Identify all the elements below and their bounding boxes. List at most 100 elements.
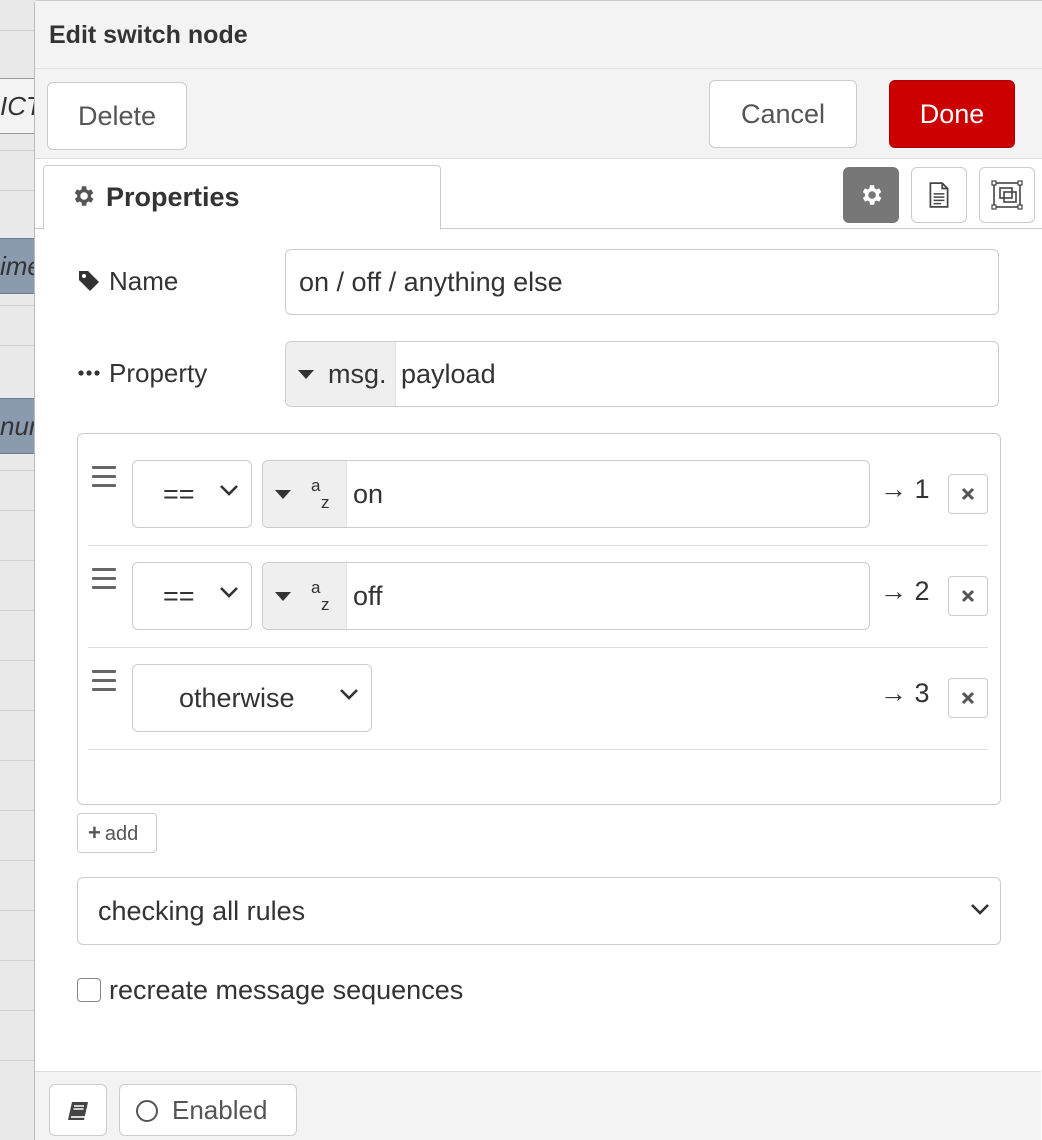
checking-mode-select[interactable]: checking all rules	[77, 877, 1001, 945]
grid-line	[0, 1060, 36, 1061]
gear-icon	[862, 185, 882, 205]
tab-properties-label: Properties	[106, 182, 240, 212]
name-label-row: Name	[77, 266, 178, 297]
property-label: Property	[109, 358, 208, 388]
gear-icon	[74, 186, 94, 206]
grid-line	[0, 305, 36, 306]
grid-line	[0, 470, 36, 471]
chevron-down-icon	[220, 587, 238, 598]
rule-value-input[interactable]: az on	[262, 460, 870, 528]
tab-bar: Properties	[35, 159, 1042, 230]
rule-row: == az off → 2	[88, 546, 988, 648]
add-rule-button[interactable]: + add	[77, 813, 157, 853]
tab-description[interactable]	[911, 167, 967, 223]
name-input[interactable]: on / off / anything else	[285, 249, 999, 315]
background-node[interactable]: ICT	[0, 78, 36, 134]
property-type-selector[interactable]: msg.	[286, 342, 396, 406]
add-rule-label: add	[104, 823, 139, 845]
operator-select[interactable]: ==	[132, 562, 252, 630]
close-icon	[961, 487, 975, 501]
property-value[interactable]: payload	[401, 342, 496, 406]
cancel-button[interactable]: Cancel	[709, 80, 857, 148]
svg-text:z: z	[321, 493, 330, 511]
remove-rule-button[interactable]	[948, 678, 988, 718]
background-node[interactable]: ime	[0, 238, 36, 294]
caret-down-icon	[275, 592, 291, 601]
plus-icon: +	[88, 820, 101, 845]
drag-handle-icon[interactable]	[92, 568, 116, 592]
rules-list: == az on → 1 == a z off → 2 otherwise → …	[77, 433, 1001, 805]
operator-select[interactable]: otherwise	[132, 664, 372, 732]
circle-icon	[136, 1100, 158, 1122]
grid-line	[0, 910, 36, 911]
tag-icon	[79, 271, 99, 291]
grid-line	[0, 510, 36, 511]
output-port-label: → 2	[880, 576, 930, 606]
grid-line	[0, 30, 36, 31]
value-type-selector[interactable]: az	[263, 461, 347, 527]
enabled-label: Enabled	[172, 1095, 268, 1125]
property-prefix: msg.	[328, 359, 387, 389]
name-label: Name	[109, 266, 179, 296]
rule-row: == az on → 1	[88, 444, 988, 546]
drag-handle-icon[interactable]	[92, 670, 116, 694]
svg-text:z: z	[321, 595, 330, 613]
tab-settings[interactable]	[843, 167, 899, 223]
workspace-canvas: ICT ime nur	[0, 0, 36, 1140]
grid-line	[0, 150, 36, 151]
caret-down-icon	[298, 370, 314, 379]
operator-select[interactable]: ==	[132, 460, 252, 528]
help-button[interactable]	[49, 1084, 107, 1136]
checking-mode-value: checking all rules	[98, 896, 306, 926]
done-button[interactable]: Done	[889, 80, 1015, 148]
string-type-icon: az	[311, 479, 330, 511]
grid-line	[0, 345, 36, 346]
remove-rule-button[interactable]	[948, 474, 988, 514]
description-icon	[929, 182, 949, 208]
rule-value[interactable]: off	[353, 563, 383, 627]
output-port-label: → 3	[880, 678, 930, 708]
output-port-label: → 1	[880, 474, 930, 504]
grid-line	[0, 860, 36, 861]
background-node-label: ICT	[0, 91, 35, 121]
grid-line	[0, 610, 36, 611]
recreate-sequences-checkbox[interactable]	[77, 978, 101, 1002]
rule-value[interactable]: on	[353, 461, 383, 525]
book-icon	[68, 1102, 88, 1120]
grid-line	[0, 710, 36, 711]
enabled-toggle[interactable]: Enabled	[119, 1084, 297, 1136]
background-node-label: ime	[0, 251, 35, 281]
property-typed-input[interactable]: msg. payload	[285, 341, 999, 407]
grid-line	[0, 960, 36, 961]
rule-value-input[interactable]: az off	[262, 562, 870, 630]
chevron-down-icon	[971, 904, 989, 915]
dialog-title: Edit switch node	[35, 1, 1042, 69]
appearance-icon	[991, 180, 1023, 210]
recreate-sequences-label: recreate message sequences	[109, 975, 464, 1005]
chevron-down-icon	[340, 689, 358, 700]
value-type-selector[interactable]: az	[263, 563, 347, 629]
remove-rule-button[interactable]	[948, 576, 988, 616]
grid-line	[0, 810, 36, 811]
grid-line	[0, 760, 36, 761]
string-type-icon: az	[311, 581, 330, 613]
chevron-down-icon	[220, 485, 238, 496]
delete-button[interactable]: Delete	[47, 82, 187, 150]
operator-value: otherwise	[179, 683, 295, 713]
svg-text:a: a	[311, 581, 321, 597]
close-icon	[961, 691, 975, 705]
grid-line	[0, 560, 36, 561]
tab-appearance[interactable]	[979, 167, 1035, 223]
background-node[interactable]: nur	[0, 398, 36, 454]
tab-properties[interactable]: Properties	[43, 165, 441, 230]
recreate-sequences-row: recreate message sequences	[77, 975, 463, 1006]
dialog-footer: Enabled	[35, 1071, 1041, 1140]
grid-line	[0, 190, 36, 191]
close-icon	[961, 589, 975, 603]
property-label-row: Property	[77, 358, 207, 389]
svg-text:a: a	[311, 479, 321, 495]
dialog-toolbar: Delete Cancel Done	[35, 69, 1042, 159]
drag-handle-icon[interactable]	[92, 466, 116, 490]
ellipsis-icon	[78, 370, 100, 376]
operator-value: ==	[163, 479, 195, 509]
